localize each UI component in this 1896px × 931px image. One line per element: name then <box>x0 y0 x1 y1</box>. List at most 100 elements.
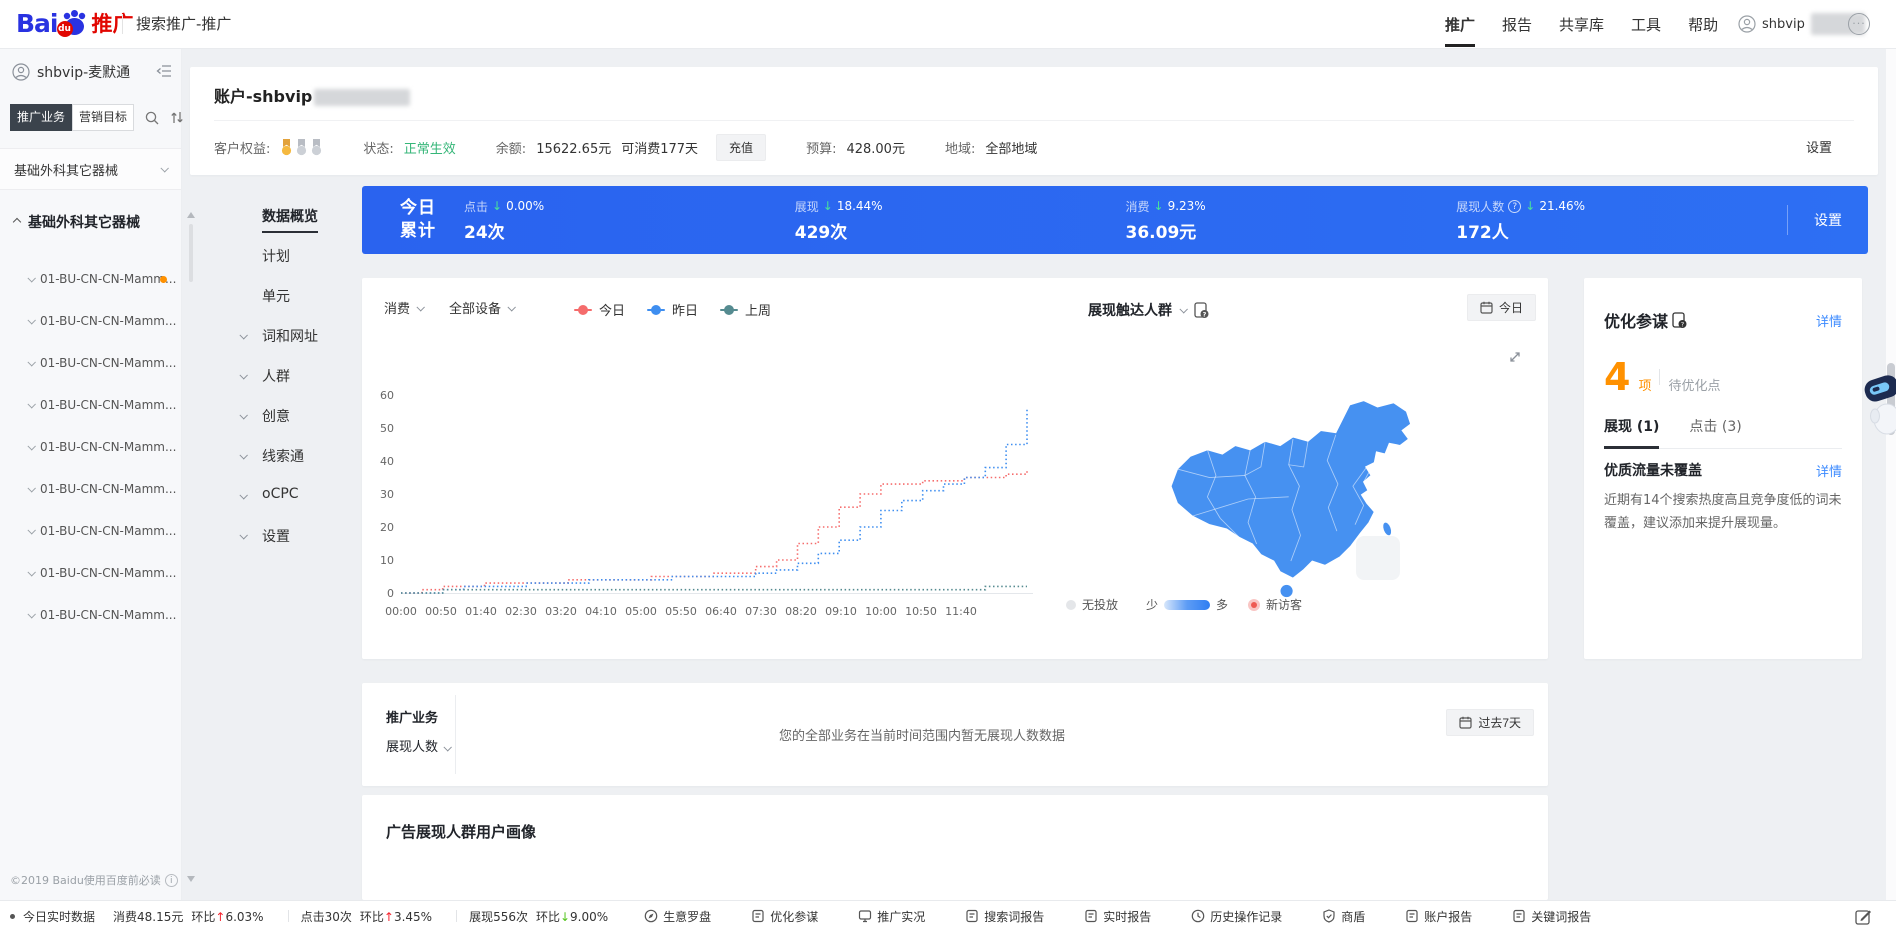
sidebar-scrollbar[interactable] <box>185 48 197 900</box>
tool-optimize-advisor[interactable]: 优化参谋 <box>751 908 818 925</box>
map-date-button[interactable]: 今日 <box>1467 294 1536 321</box>
scroll-up-icon[interactable] <box>187 212 195 218</box>
svg-text:04:10: 04:10 <box>585 605 617 618</box>
more-label: 多 <box>1216 596 1228 613</box>
info-icon[interactable]: i <box>165 874 178 887</box>
tree-item[interactable]: 01-BU-CN-CN-Mamm... <box>0 384 181 426</box>
report-help-icon[interactable]: ? <box>1194 302 1209 319</box>
tab-marketing-goal[interactable]: 营销目标 <box>72 104 134 131</box>
nav-item-report[interactable]: 报告 <box>1502 14 1532 35</box>
portrait-title: 广告展现人群用户画像 <box>386 821 536 842</box>
menu-item-plan[interactable]: 计划 <box>230 246 354 269</box>
nav-item-shared-library[interactable]: 共享库 <box>1559 14 1604 35</box>
banner-metric-value: 429次 <box>795 218 1126 243</box>
device-select[interactable]: 全部设备 <box>449 298 514 317</box>
svg-text:00:00: 00:00 <box>385 605 417 618</box>
recharge-button[interactable]: 充值 <box>716 134 766 161</box>
tree-item[interactable]: 01-BU-CN-CN-Mamm... <box>0 594 181 636</box>
tree-root[interactable]: 基础外科其它器械 <box>14 212 140 232</box>
menu-item-keywords-urls[interactable]: 词和网址 <box>230 326 354 349</box>
audience-date-button[interactable]: 过去7天 <box>1446 709 1534 736</box>
tool-promotion-live[interactable]: 推广实况 <box>858 908 925 925</box>
tree-item[interactable]: 01-BU-CN-CN-Mamm... <box>0 342 181 384</box>
nav-item-promotion[interactable]: 推广 <box>1445 14 1475 35</box>
audience-label-1: 推广业务 <box>386 705 452 734</box>
tree-item[interactable]: 01-BU-CN-CN-Mamm... <box>0 552 181 594</box>
chevron-down-icon[interactable] <box>1179 305 1187 313</box>
chevron-down-icon <box>239 531 247 539</box>
scroll-down-icon[interactable] <box>187 876 195 882</box>
portrait-card: 广告展现人群用户画像 <box>362 795 1548 900</box>
metric-select[interactable]: 消费 <box>384 298 423 317</box>
divider <box>214 120 1854 121</box>
chevron-down-icon <box>27 274 35 282</box>
app-title: 搜索推广-推广 <box>136 0 231 48</box>
doc-icon <box>1084 909 1098 923</box>
tool-business-compass[interactable]: 生意罗盘 <box>644 908 711 925</box>
density-gradient <box>1164 600 1210 610</box>
nav-item-tools[interactable]: 工具 <box>1631 14 1661 35</box>
legend-item[interactable]: 上周 <box>720 300 771 319</box>
audience-metric-select[interactable]: 展现人数 <box>386 734 452 763</box>
menu-item-creative[interactable]: 创意 <box>230 406 354 429</box>
user-menu[interactable]: shbvip <box>1738 0 1865 48</box>
help-icon[interactable]: ? <box>1508 200 1521 213</box>
tool-shang-dun[interactable]: 商盾 <box>1322 908 1365 925</box>
pending-caption: 待优化点 <box>1668 375 1720 394</box>
tool-search-term-report[interactable]: 搜索词报告 <box>965 908 1044 925</box>
new-visitor-label: 新访客 <box>1266 596 1302 613</box>
more-menu-icon[interactable]: ··· <box>1848 13 1870 35</box>
banner-metric-value: 24次 <box>464 218 795 243</box>
tool-history-log[interactable]: 历史操作记录 <box>1191 908 1282 925</box>
tab-click[interactable]: 点击 (3) <box>1689 416 1741 448</box>
legend-item[interactable]: 今日 <box>574 300 625 319</box>
tree-item[interactable]: 01-BU-CN-CN-Mamm... <box>0 258 181 300</box>
banner-settings-link[interactable]: 设置 <box>1814 210 1842 230</box>
menu-item-settings[interactable]: 设置 <box>230 526 354 549</box>
search-icon[interactable] <box>144 110 160 126</box>
baidu-logo[interactable]: Bai du 推广 <box>16 8 134 38</box>
scroll-thumb[interactable] <box>189 224 193 282</box>
topbar: Bai du 推广 搜索推广-推广 推广 报告 共享库 工具 帮助 shbvip ··· <box>0 0 1896 48</box>
advisor-help-icon[interactable]: ? <box>1672 312 1687 329</box>
menu-item-audience[interactable]: 人群 <box>230 366 354 389</box>
tree-item[interactable]: 01-BU-CN-CN-Mamm... <box>0 510 181 552</box>
svg-text:05:50: 05:50 <box>665 605 697 618</box>
divider <box>456 910 457 922</box>
map-control[interactable] <box>1356 536 1400 580</box>
campaign-tree: 01-BU-CN-CN-Mamm...01-BU-CN-CN-Mamm...01… <box>0 258 181 636</box>
chevron-up-icon <box>13 218 21 226</box>
arrow-up-icon: ↑ <box>384 910 394 924</box>
sidebar-account[interactable]: shbvip-麦默通 <box>12 62 172 82</box>
page-scrollbar[interactable] <box>1886 48 1896 900</box>
menu-item-data-overview[interactable]: 数据概览 <box>230 206 354 229</box>
assistant-robot-mascot[interactable] <box>1861 372 1896 442</box>
svg-text:10: 10 <box>380 554 394 567</box>
advisor-detail-link[interactable]: 详情 <box>1816 311 1842 330</box>
account-avatar-icon <box>12 63 30 81</box>
advisor-item-detail-link[interactable]: 详情 <box>1816 461 1842 480</box>
expand-icon[interactable] <box>1508 350 1522 368</box>
chevron-down-icon <box>27 484 35 492</box>
tool-realtime-report[interactable]: 实时报告 <box>1084 908 1151 925</box>
tree-item[interactable]: 01-BU-CN-CN-Mamm... <box>0 300 181 342</box>
account-settings-link[interactable]: 设置 <box>1806 137 1832 156</box>
tab-promotion-business[interactable]: 推广业务 <box>10 104 72 131</box>
menu-item-leads[interactable]: 线索通 <box>230 446 354 469</box>
tree-item[interactable]: 01-BU-CN-CN-Mamm... <box>0 468 181 510</box>
menu-item-unit[interactable]: 单元 <box>230 286 354 309</box>
tool-account-report[interactable]: 账户报告 <box>1405 908 1472 925</box>
tool-keyword-report[interactable]: 关键词报告 <box>1512 908 1591 925</box>
menu-item-ocpc[interactable]: oCPC <box>230 486 354 509</box>
tree-item[interactable]: 01-BU-CN-CN-Mamm... <box>0 426 181 468</box>
audience-empty-text: 您的全部业务在当前时间范围内暂无展现人数数据 <box>456 683 1388 786</box>
compose-icon[interactable] <box>1855 908 1872 928</box>
collapse-sidebar-icon[interactable] <box>156 64 172 82</box>
tab-impression[interactable]: 展现 (1) <box>1604 416 1659 448</box>
category-select[interactable]: 基础外科其它器械 <box>0 148 181 190</box>
legend-item[interactable]: 昨日 <box>647 300 698 319</box>
sort-icon[interactable] <box>170 110 184 125</box>
svg-text:30: 30 <box>380 488 394 501</box>
nav-item-help[interactable]: 帮助 <box>1688 14 1718 35</box>
status-dot <box>160 276 167 283</box>
